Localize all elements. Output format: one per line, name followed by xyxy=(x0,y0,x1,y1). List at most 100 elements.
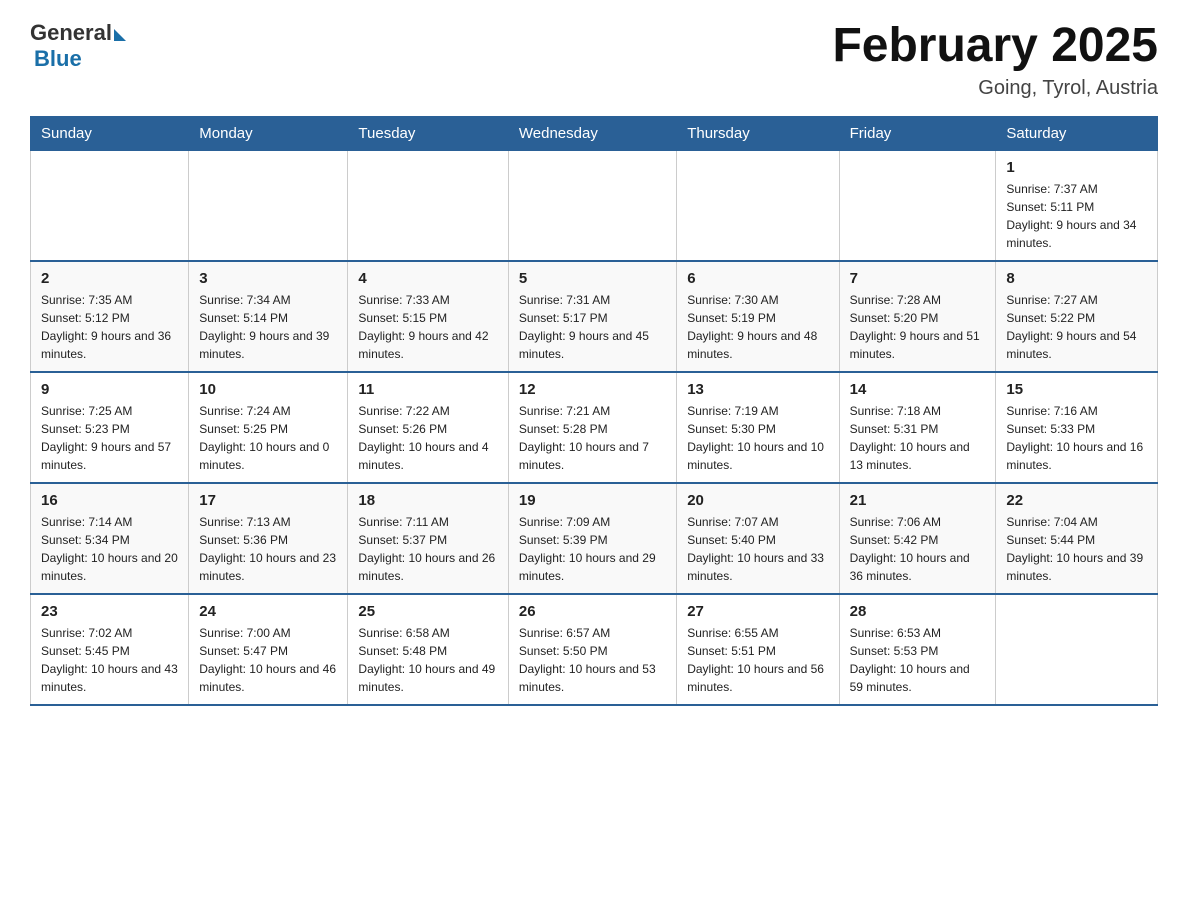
day-info: Sunrise: 7:24 AMSunset: 5:25 PMDaylight:… xyxy=(199,402,337,474)
day-info: Sunrise: 7:13 AMSunset: 5:36 PMDaylight:… xyxy=(199,513,337,585)
day-number: 14 xyxy=(850,381,986,398)
day-info: Sunrise: 6:55 AMSunset: 5:51 PMDaylight:… xyxy=(687,624,828,696)
calendar-cell xyxy=(839,150,996,261)
day-number: 17 xyxy=(199,492,337,509)
calendar-cell xyxy=(189,150,348,261)
day-number: 12 xyxy=(519,381,666,398)
day-number: 21 xyxy=(850,492,986,509)
day-number: 7 xyxy=(850,270,986,287)
day-info: Sunrise: 7:31 AMSunset: 5:17 PMDaylight:… xyxy=(519,291,666,363)
weekday-header-sunday: Sunday xyxy=(31,116,189,150)
day-number: 5 xyxy=(519,270,666,287)
page-header: General Blue February 2025 Going, Tyrol,… xyxy=(30,20,1158,100)
calendar-cell: 18 Sunrise: 7:11 AMSunset: 5:37 PMDayligh… xyxy=(348,483,508,594)
day-number: 10 xyxy=(199,381,337,398)
day-number: 13 xyxy=(687,381,828,398)
calendar-week-row: 16 Sunrise: 7:14 AMSunset: 5:34 PMDayligh… xyxy=(31,483,1158,594)
calendar-cell: 16 Sunrise: 7:14 AMSunset: 5:34 PMDayligh… xyxy=(31,483,189,594)
day-info: Sunrise: 7:14 AMSunset: 5:34 PMDaylight:… xyxy=(41,513,178,585)
day-info: Sunrise: 7:06 AMSunset: 5:42 PMDaylight:… xyxy=(850,513,986,585)
day-number: 3 xyxy=(199,270,337,287)
day-info: Sunrise: 7:21 AMSunset: 5:28 PMDaylight:… xyxy=(519,402,666,474)
day-number: 23 xyxy=(41,603,178,620)
calendar-cell: 11Sunrise: 7:22 AMSunset: 5:26 PMDayligh… xyxy=(348,372,508,483)
calendar-cell: 7 Sunrise: 7:28 AMSunset: 5:20 PMDaylight… xyxy=(839,261,996,372)
calendar-cell: 12 Sunrise: 7:21 AMSunset: 5:28 PMDayligh… xyxy=(508,372,676,483)
weekday-header-saturday: Saturday xyxy=(996,116,1158,150)
calendar-cell xyxy=(677,150,839,261)
day-info: Sunrise: 7:18 AMSunset: 5:31 PMDaylight:… xyxy=(850,402,986,474)
day-number: 16 xyxy=(41,492,178,509)
day-number: 1 xyxy=(1006,159,1147,176)
day-info: Sunrise: 7:34 AMSunset: 5:14 PMDaylight:… xyxy=(199,291,337,363)
weekday-header-wednesday: Wednesday xyxy=(508,116,676,150)
location-subtitle: Going, Tyrol, Austria xyxy=(832,77,1158,100)
title-block: February 2025 Going, Tyrol, Austria xyxy=(832,20,1158,100)
calendar-cell: 24Sunrise: 7:00 AMSunset: 5:47 PMDayligh… xyxy=(189,594,348,705)
calendar-cell: 6 Sunrise: 7:30 AMSunset: 5:19 PMDaylight… xyxy=(677,261,839,372)
logo: General Blue xyxy=(30,20,126,72)
day-info: Sunrise: 7:35 AMSunset: 5:12 PMDaylight:… xyxy=(41,291,178,363)
day-info: Sunrise: 7:11 AMSunset: 5:37 PMDaylight:… xyxy=(358,513,497,585)
day-info: Sunrise: 7:00 AMSunset: 5:47 PMDaylight:… xyxy=(199,624,337,696)
calendar-cell: 23Sunrise: 7:02 AMSunset: 5:45 PMDayligh… xyxy=(31,594,189,705)
calendar-cell xyxy=(348,150,508,261)
day-info: Sunrise: 7:25 AMSunset: 5:23 PMDaylight:… xyxy=(41,402,178,474)
day-info: Sunrise: 7:04 AMSunset: 5:44 PMDaylight:… xyxy=(1006,513,1147,585)
day-number: 18 xyxy=(358,492,497,509)
calendar-cell: 28Sunrise: 6:53 AMSunset: 5:53 PMDayligh… xyxy=(839,594,996,705)
calendar-cell: 25 Sunrise: 6:58 AMSunset: 5:48 PMDayligh… xyxy=(348,594,508,705)
calendar-cell: 3 Sunrise: 7:34 AMSunset: 5:14 PMDaylight… xyxy=(189,261,348,372)
calendar-cell: 1 Sunrise: 7:37 AMSunset: 5:11 PMDaylight… xyxy=(996,150,1158,261)
weekday-header-friday: Friday xyxy=(839,116,996,150)
calendar-cell: 13 Sunrise: 7:19 AMSunset: 5:30 PMDayligh… xyxy=(677,372,839,483)
calendar-cell xyxy=(508,150,676,261)
day-number: 20 xyxy=(687,492,828,509)
calendar-cell: 21 Sunrise: 7:06 AMSunset: 5:42 PMDayligh… xyxy=(839,483,996,594)
day-number: 26 xyxy=(519,603,666,620)
day-info: Sunrise: 6:57 AMSunset: 5:50 PMDaylight:… xyxy=(519,624,666,696)
calendar-cell: 27 Sunrise: 6:55 AMSunset: 5:51 PMDayligh… xyxy=(677,594,839,705)
day-number: 11 xyxy=(358,381,497,398)
day-number: 19 xyxy=(519,492,666,509)
day-info: Sunrise: 7:30 AMSunset: 5:19 PMDaylight:… xyxy=(687,291,828,363)
weekday-header-tuesday: Tuesday xyxy=(348,116,508,150)
calendar-cell: 2 Sunrise: 7:35 AMSunset: 5:12 PMDaylight… xyxy=(31,261,189,372)
day-info: Sunrise: 7:19 AMSunset: 5:30 PMDaylight:… xyxy=(687,402,828,474)
calendar-cell: 26 Sunrise: 6:57 AMSunset: 5:50 PMDayligh… xyxy=(508,594,676,705)
day-info: Sunrise: 7:16 AMSunset: 5:33 PMDaylight:… xyxy=(1006,402,1147,474)
calendar-week-row: 23Sunrise: 7:02 AMSunset: 5:45 PMDayligh… xyxy=(31,594,1158,705)
calendar-cell: 20 Sunrise: 7:07 AMSunset: 5:40 PMDayligh… xyxy=(677,483,839,594)
calendar-cell: 22Sunrise: 7:04 AMSunset: 5:44 PMDayligh… xyxy=(996,483,1158,594)
day-number: 6 xyxy=(687,270,828,287)
weekday-header-thursday: Thursday xyxy=(677,116,839,150)
day-info: Sunrise: 7:09 AMSunset: 5:39 PMDaylight:… xyxy=(519,513,666,585)
calendar-table: SundayMondayTuesdayWednesdayThursdayFrid… xyxy=(30,116,1158,706)
calendar-cell xyxy=(996,594,1158,705)
calendar-cell: 8Sunrise: 7:27 AMSunset: 5:22 PMDaylight… xyxy=(996,261,1158,372)
calendar-cell: 14 Sunrise: 7:18 AMSunset: 5:31 PMDayligh… xyxy=(839,372,996,483)
calendar-week-row: 9 Sunrise: 7:25 AMSunset: 5:23 PMDaylight… xyxy=(31,372,1158,483)
calendar-week-row: 1 Sunrise: 7:37 AMSunset: 5:11 PMDaylight… xyxy=(31,150,1158,261)
calendar-cell xyxy=(31,150,189,261)
day-info: Sunrise: 6:58 AMSunset: 5:48 PMDaylight:… xyxy=(358,624,497,696)
logo-general-text: General xyxy=(30,20,112,46)
calendar-cell: 15 Sunrise: 7:16 AMSunset: 5:33 PMDayligh… xyxy=(996,372,1158,483)
day-info: Sunrise: 7:28 AMSunset: 5:20 PMDaylight:… xyxy=(850,291,986,363)
day-info: Sunrise: 7:27 AMSunset: 5:22 PMDaylight:… xyxy=(1006,291,1147,363)
calendar-cell: 9 Sunrise: 7:25 AMSunset: 5:23 PMDaylight… xyxy=(31,372,189,483)
day-number: 25 xyxy=(358,603,497,620)
calendar-cell: 5 Sunrise: 7:31 AMSunset: 5:17 PMDaylight… xyxy=(508,261,676,372)
day-number: 28 xyxy=(850,603,986,620)
calendar-cell: 19 Sunrise: 7:09 AMSunset: 5:39 PMDayligh… xyxy=(508,483,676,594)
weekday-header-monday: Monday xyxy=(189,116,348,150)
day-number: 15 xyxy=(1006,381,1147,398)
calendar-cell: 17 Sunrise: 7:13 AMSunset: 5:36 PMDayligh… xyxy=(189,483,348,594)
day-number: 27 xyxy=(687,603,828,620)
day-info: Sunrise: 7:07 AMSunset: 5:40 PMDaylight:… xyxy=(687,513,828,585)
day-number: 9 xyxy=(41,381,178,398)
calendar-cell: 10 Sunrise: 7:24 AMSunset: 5:25 PMDayligh… xyxy=(189,372,348,483)
day-info: Sunrise: 7:37 AMSunset: 5:11 PMDaylight:… xyxy=(1006,180,1147,252)
calendar-cell: 4Sunrise: 7:33 AMSunset: 5:15 PMDaylight… xyxy=(348,261,508,372)
day-number: 2 xyxy=(41,270,178,287)
